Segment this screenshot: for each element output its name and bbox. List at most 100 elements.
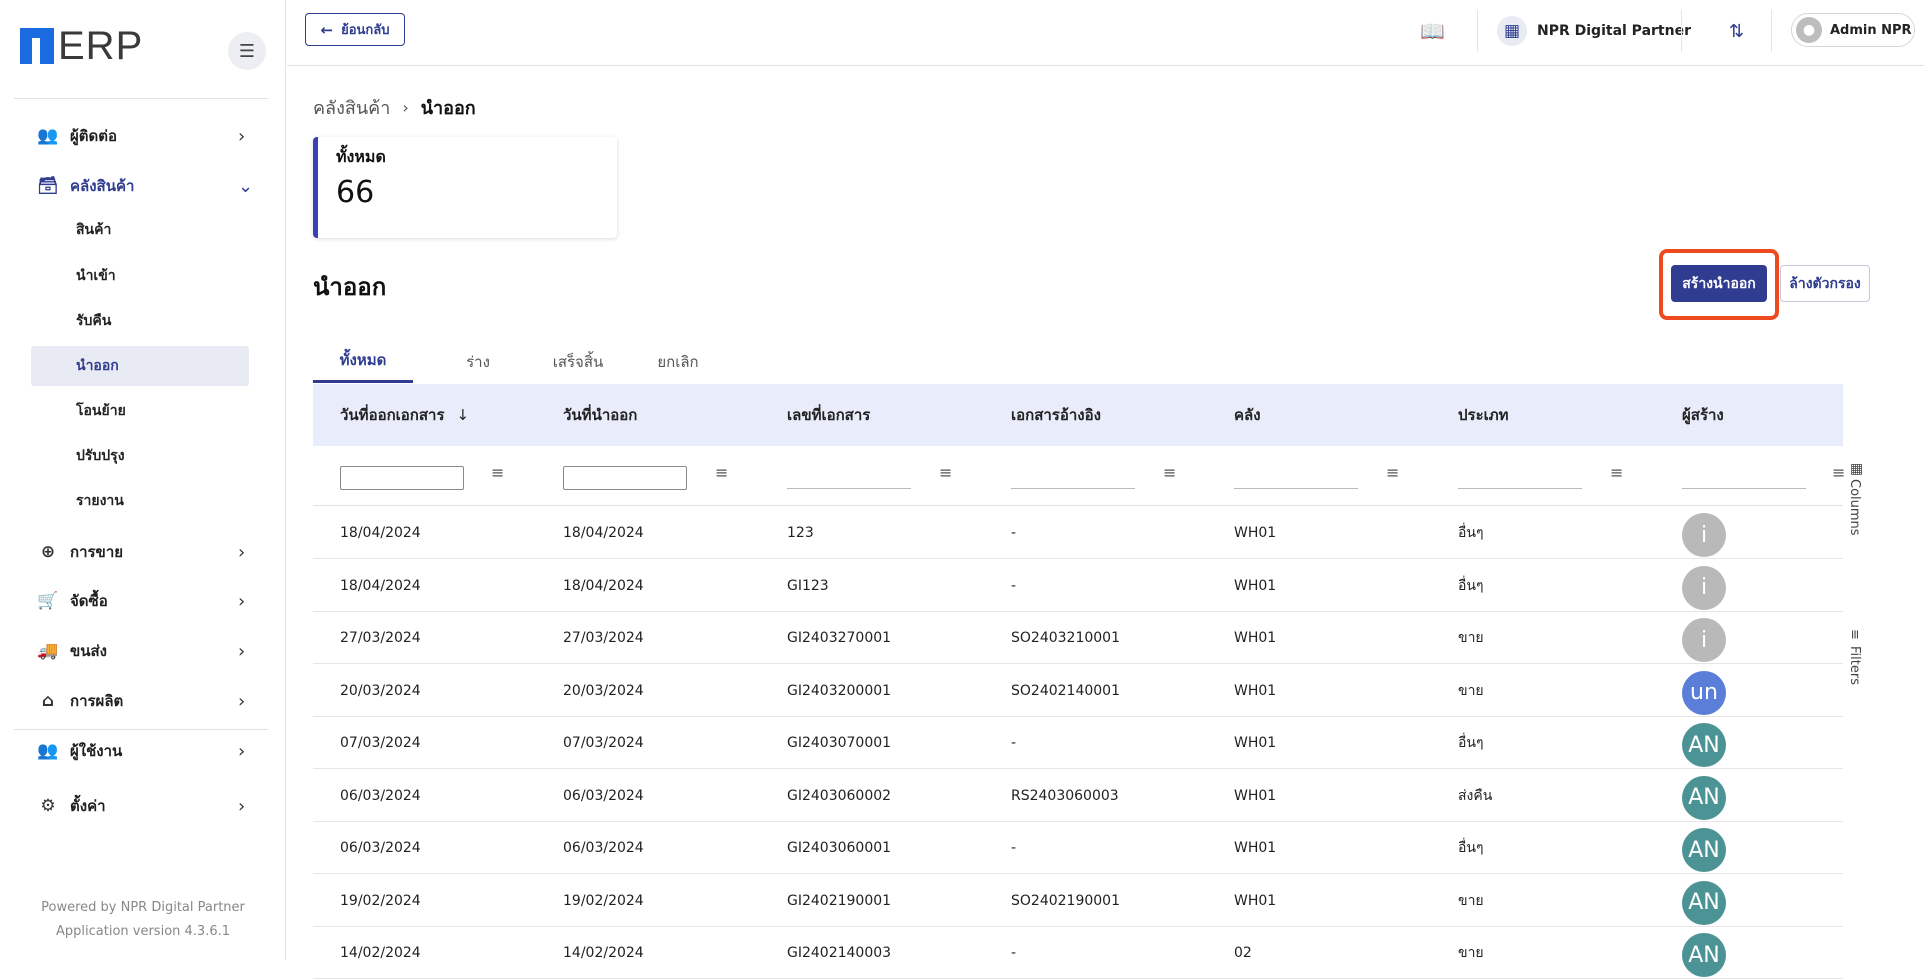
cell-doc-date: 14/02/2024 (340, 945, 421, 961)
plus-circle-icon: ⊕ (40, 542, 56, 562)
column-header-doc-date[interactable]: วันที่ออกเอกสาร ↓ (340, 384, 469, 446)
tab-cancelled[interactable]: ยกเลิก (633, 340, 723, 383)
cell-doc-date: 19/02/2024 (340, 892, 421, 909)
sort-arrow-down-icon: ↓ (456, 406, 470, 424)
table-row[interactable]: 18/04/2024 18/04/2024 123 - WH01 อื่นๆ i (313, 507, 1843, 559)
columns-panel-toggle[interactable]: Columns (1847, 479, 1862, 536)
sidebar-item-settings[interactable]: ⚙ ตั้งค่า › (14, 786, 268, 826)
create-goods-issue-button[interactable]: สร้างนำออก (1671, 265, 1767, 302)
user-menu[interactable]: ● Admin NPR (1791, 13, 1915, 47)
sidebar-item-sales[interactable]: ⊕ การขาย › (14, 532, 268, 572)
filter-out-date-input[interactable] (563, 466, 687, 490)
sidebar-item-shipping[interactable]: 🚚 ขนส่ง › (14, 631, 268, 671)
cell-type: อื่นๆ (1458, 735, 1484, 751)
tab-draft[interactable]: ร่าง (443, 340, 513, 383)
columns-label: Columns (1847, 479, 1862, 536)
swap-sort-icon[interactable]: ⇅ (1729, 13, 1744, 49)
sidebar-item-label: คลังสินค้า (70, 177, 135, 195)
back-button[interactable]: ← ย้อนกลับ (305, 13, 405, 46)
creator-avatar: AN (1682, 933, 1726, 977)
divider (1681, 10, 1682, 52)
cell-doc-date: 06/03/2024 (340, 787, 421, 804)
sidebar-item-contacts[interactable]: 👥 ผู้ติดต่อ › (14, 116, 268, 156)
users-icon: 👥 (37, 741, 59, 761)
column-header-out-date[interactable]: วันที่นำออก (563, 384, 637, 446)
filter-icon[interactable]: ≡ (1610, 463, 1623, 482)
chevron-right-icon: › (238, 640, 246, 662)
sidebar-subitem-adjust[interactable]: ปรับปรุง (31, 436, 249, 476)
cell-out-date: 07/03/2024 (563, 735, 644, 751)
table-row[interactable]: 19/02/2024 19/02/2024 GI2402190001 SO240219… (313, 875, 1843, 927)
cell-reference: - (1011, 525, 1017, 541)
column-header-type[interactable]: ประเภท (1458, 384, 1509, 446)
table-row[interactable]: 06/03/2024 06/03/2024 GI2403060001 - WH01 อื่… (313, 822, 1843, 874)
sidebar-subitem-returns[interactable]: รับคืน (31, 301, 249, 341)
filter-icon[interactable]: ≡ (1386, 463, 1399, 482)
table-row[interactable]: 27/03/2024 27/03/2024 GI2403270001 SO240321… (313, 612, 1843, 664)
cell-doc-date: 20/03/2024 (340, 682, 421, 699)
table-row[interactable]: 06/03/2024 06/03/2024 GI2403060002 RS240306… (313, 770, 1843, 822)
manual-book-icon[interactable]: 📖 (1420, 13, 1445, 49)
cell-reference: - (1011, 945, 1017, 961)
sidebar-subitem-report[interactable]: รายงาน (31, 481, 249, 521)
cell-out-date: 18/04/2024 (563, 525, 644, 541)
table-row[interactable]: 20/03/2024 20/03/2024 GI2403200001 SO240214… (313, 665, 1843, 717)
filter-warehouse-input[interactable] (1234, 488, 1358, 489)
cell-reference: SO2402140001 (1011, 682, 1120, 699)
chevron-right-icon: › (238, 541, 246, 563)
filter-icon[interactable]: ≡ (715, 463, 728, 482)
table-row[interactable]: 14/02/2024 14/02/2024 GI2402140003 - 02 ขาย AN (313, 927, 1843, 979)
sidebar-subitem-products[interactable]: สินค้า (31, 210, 249, 250)
filter-type-input[interactable] (1458, 488, 1582, 489)
tab-all[interactable]: ทั้งหมด (313, 340, 413, 383)
filter-icon[interactable]: ≡ (491, 463, 504, 482)
column-header-warehouse[interactable]: คลัง (1234, 384, 1261, 446)
column-header-reference[interactable]: เอกสารอ้างอิง (1011, 384, 1101, 446)
cell-out-date: 14/02/2024 (563, 945, 644, 961)
sidebar-item-production[interactable]: ⌂ การผลิต › (14, 681, 268, 721)
columns-grid-icon: ▦ (1850, 461, 1864, 477)
creator-avatar: i (1682, 513, 1726, 557)
cell-type: อื่นๆ (1458, 840, 1484, 856)
filter-reference-input[interactable] (1011, 488, 1135, 489)
filter-icon[interactable]: ≡ (939, 463, 952, 482)
cell-reference: SO2403210001 (1011, 630, 1120, 646)
cell-doc-no: 123 (787, 525, 814, 541)
sidebar-item-warehouse[interactable]: 🗃 คลังสินค้า ⌄ (14, 166, 268, 206)
grid-side-tools: ▦ Columns ≡ Filters (1843, 455, 1873, 715)
sidebar-subitem-goods-receipt[interactable]: นำเข้า (31, 256, 249, 296)
menu-toggle-button[interactable]: ☰ (228, 32, 266, 70)
cell-type: อื่นๆ (1458, 525, 1484, 541)
cell-doc-date: 07/03/2024 (340, 735, 421, 751)
sidebar-item-users[interactable]: 👥 ผู้ใช้งาน › (14, 731, 268, 771)
cell-out-date: 20/03/2024 (563, 682, 644, 699)
company-switcher[interactable]: ▦ NPR Digital Partner (1497, 13, 1691, 49)
breadcrumb-parent[interactable]: คลังสินค้า (313, 93, 390, 122)
divider (1477, 10, 1478, 52)
sidebar-subitem-goods-issue[interactable]: นำออก (31, 346, 249, 386)
divider (14, 729, 268, 730)
filters-panel-toggle[interactable]: ≡ Filters (1847, 629, 1862, 685)
cell-out-date: 06/03/2024 (563, 840, 644, 856)
column-header-doc-no[interactable]: เลขที่เอกสาร (787, 384, 870, 446)
clear-filters-button[interactable]: ล้างตัวกรอง (1780, 265, 1870, 302)
sidebar-item-purchase[interactable]: 🛒 จัดซื้อ › (14, 581, 268, 621)
divider (14, 98, 268, 99)
table-row[interactable]: 18/04/2024 18/04/2024 GI123 - WH01 อื่นๆ i (313, 560, 1843, 612)
filter-creator-input[interactable] (1682, 488, 1806, 489)
filter-icon[interactable]: ≡ (1163, 463, 1176, 482)
filter-doc-date-input[interactable] (340, 466, 464, 490)
filter-doc-no-input[interactable] (787, 488, 911, 489)
sidebar-item-label: ผู้ติดต่อ (70, 127, 118, 145)
divider (1771, 10, 1772, 52)
powered-by-text: Powered by NPR Digital Partner (41, 900, 245, 915)
logo-text: ERP (58, 23, 144, 68)
app-logo[interactable]: ERP (20, 24, 143, 68)
sidebar-subitem-transfer[interactable]: โอนย้าย (31, 391, 249, 431)
user-name: Admin NPR (1830, 22, 1912, 38)
column-header-creator[interactable]: ผู้สร้าง (1682, 384, 1724, 446)
cell-doc-date: 06/03/2024 (340, 840, 421, 856)
settings-icon: ⚙ (40, 796, 56, 816)
table-row[interactable]: 07/03/2024 07/03/2024 GI2403070001 - WH01 อื่… (313, 717, 1843, 769)
tab-completed[interactable]: เสร็จสิ้น (533, 340, 623, 383)
